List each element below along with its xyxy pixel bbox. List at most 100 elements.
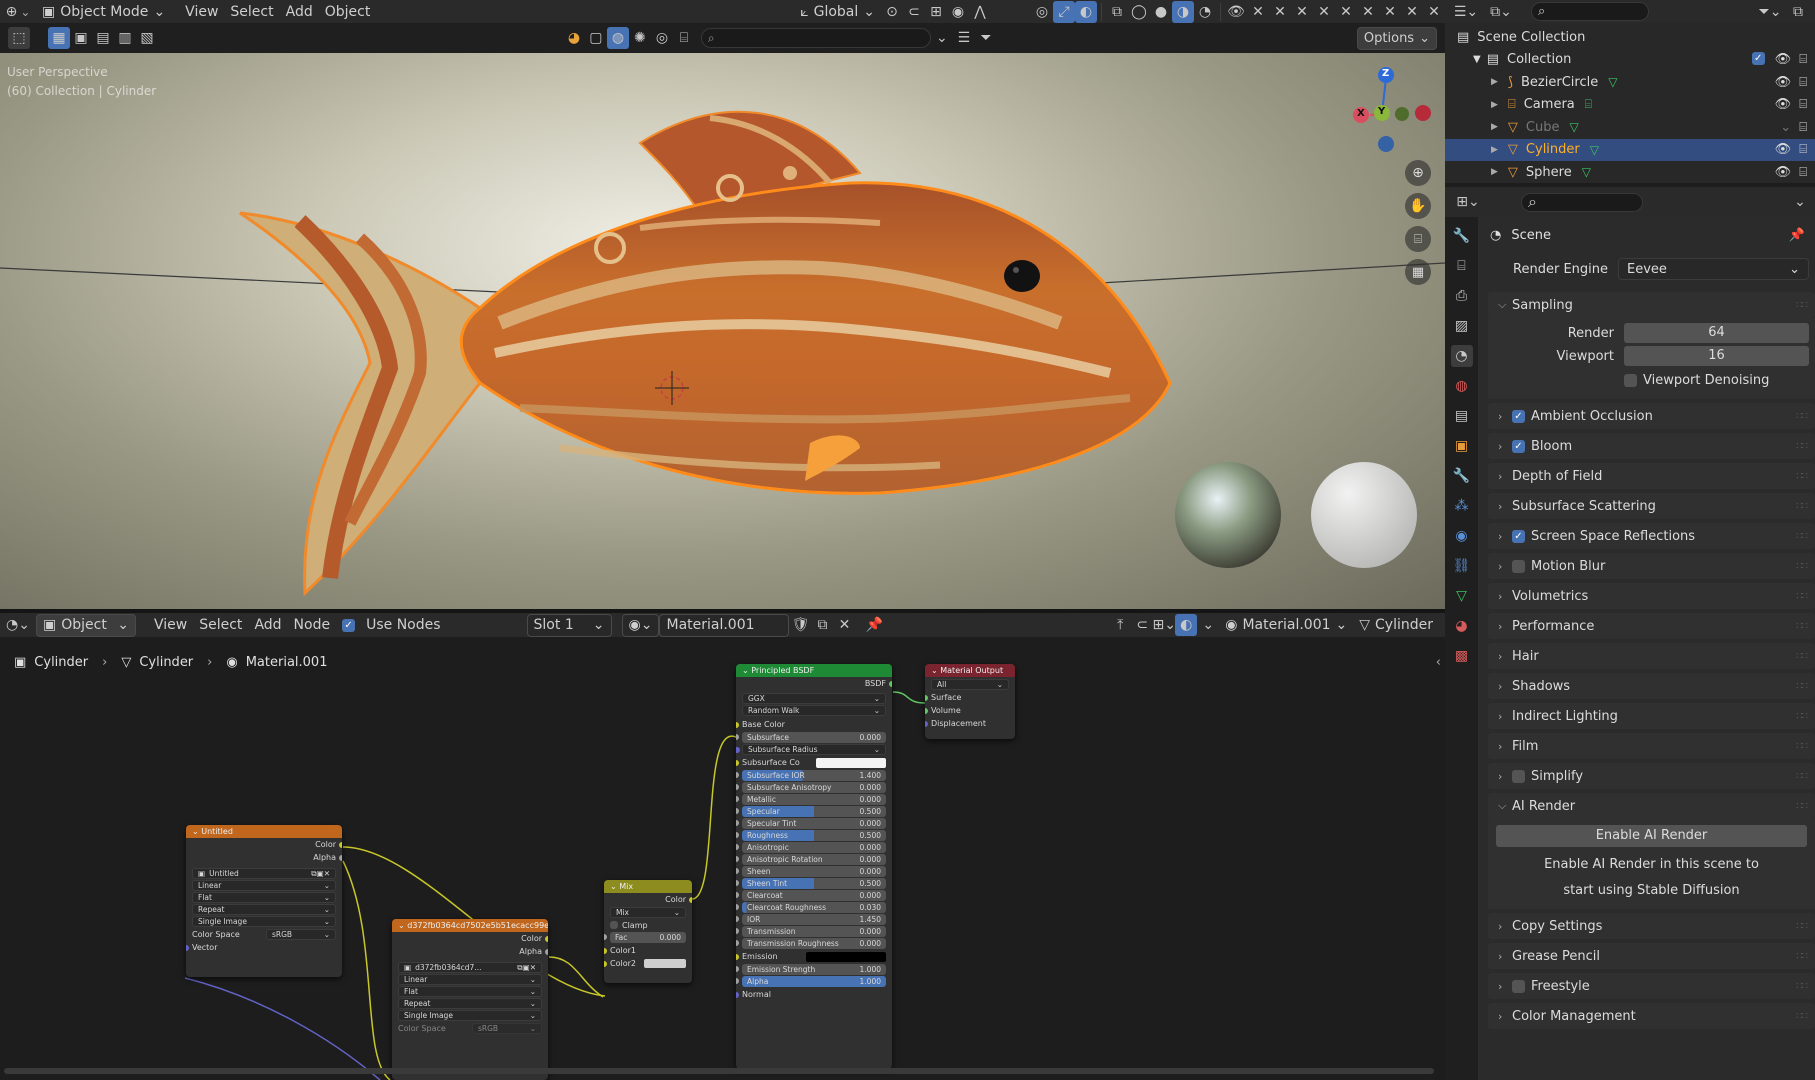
material-name-field[interactable]: Material.001 xyxy=(659,613,790,637)
restrict-icon[interactable]: ✕ xyxy=(1313,1,1335,23)
drag-handle-icon[interactable]: ∷∷ xyxy=(1796,981,1808,992)
world-tab-icon[interactable]: ◍ xyxy=(1451,375,1473,397)
world-icon[interactable]: ◎ xyxy=(651,27,673,49)
output-tab-icon[interactable]: ⎙ xyxy=(1451,285,1473,307)
bsdf-value-field[interactable]: Sheen Tint 0.500 xyxy=(736,878,886,889)
bsdf-value-field[interactable]: Subsurface IOR 1.400 xyxy=(736,770,886,781)
drag-handle-icon[interactable]: ∷∷ xyxy=(1796,1011,1808,1022)
camera-icon[interactable]: ⌸ xyxy=(1799,120,1807,135)
bsdf-value-field[interactable]: Anisotropic Rotation 0.000 xyxy=(736,854,886,865)
panel-collapsed[interactable]: › Subsurface Scattering ∷∷ xyxy=(1488,493,1815,519)
socket-icon[interactable] xyxy=(925,695,928,701)
node-editor-scrollbar[interactable] xyxy=(4,1068,1434,1074)
drag-handle-icon[interactable]: ∷∷ xyxy=(1796,471,1808,482)
checkbox-icon[interactable]: ✓ xyxy=(1512,409,1525,423)
socket-icon[interactable] xyxy=(925,708,928,714)
filter-icon[interactable]: ⏷⌄ xyxy=(1759,1,1782,23)
snap-icon[interactable]: ⊂ xyxy=(1131,614,1153,636)
socket-icon[interactable] xyxy=(736,808,739,814)
panel-collapsed[interactable]: › ✓ Screen Space Reflections ∷∷ xyxy=(1488,523,1815,549)
render-samples-field[interactable]: 64 xyxy=(1624,323,1809,343)
menu-add[interactable]: Add xyxy=(280,0,319,23)
alpha-field[interactable]: Alpha 1.000 xyxy=(736,976,886,987)
zoom-button[interactable]: ⊕ xyxy=(1405,160,1431,186)
extension-dropdown[interactable]: Repeat ⌄ xyxy=(192,904,336,915)
drag-handle-icon[interactable]: ∷∷ xyxy=(1796,951,1808,962)
bsdf-value-field[interactable]: Clearcoat Roughness 0.030 xyxy=(736,902,886,913)
panel-collapsed[interactable]: › Volumetrics ∷∷ xyxy=(1488,583,1815,609)
overlay-icon[interactable]: ◐ xyxy=(1175,614,1198,636)
subsurface-method-dropdown[interactable]: Random Walk ⌄ xyxy=(742,705,886,716)
socket-icon[interactable] xyxy=(736,904,739,910)
clamp-checkbox[interactable]: Clamp xyxy=(604,919,692,931)
drag-handle-icon[interactable]: ∷∷ xyxy=(1796,591,1808,602)
expand-right-icon[interactable]: ▶ xyxy=(1491,122,1498,132)
menu-select[interactable]: Select xyxy=(224,0,279,23)
menu-view[interactable]: View xyxy=(179,0,224,23)
socket-icon[interactable] xyxy=(736,992,739,998)
bsdf-value-field[interactable]: Anisotropic 0.000 xyxy=(736,842,886,853)
drag-handle-icon[interactable]: ∷∷ xyxy=(1796,441,1808,452)
camera-icon[interactable]: ⌸ xyxy=(1799,75,1807,90)
menu-object[interactable]: Object xyxy=(319,0,377,23)
camera-icon[interactable]: ⌸ xyxy=(1799,165,1807,180)
data-tab-icon[interactable]: ▽ xyxy=(1451,585,1473,607)
drag-handle-icon[interactable]: ∷∷ xyxy=(1796,621,1808,632)
menu-add[interactable]: Add xyxy=(248,614,287,637)
outliner-item[interactable]: ▶ ▽ Cube ▽ ⌄ ⌸ xyxy=(1445,116,1815,139)
projection-dropdown[interactable]: Flat ⌄ xyxy=(398,986,542,997)
camera-icon[interactable]: ⌸ xyxy=(1799,142,1807,157)
proportional-edit-icon[interactable]: ◉ xyxy=(947,1,969,23)
overlay-icon[interactable]: ◐ xyxy=(1075,0,1097,23)
socket-icon[interactable] xyxy=(925,721,928,727)
socket-icon[interactable] xyxy=(545,936,548,942)
restrict-icon[interactable]: ✕ xyxy=(1291,1,1313,23)
bsdf-vector-field[interactable]: Subsurface Radius ⌄ xyxy=(736,744,886,755)
image-selector[interactable]: ▣ Untitled ⧉▣✕ xyxy=(192,868,336,879)
socket-icon[interactable] xyxy=(889,681,892,687)
eye-icon[interactable]: 👁 xyxy=(1775,142,1792,157)
restrict-icon[interactable]: ✕ xyxy=(1379,1,1401,23)
socket-icon[interactable] xyxy=(736,734,739,740)
render-tab-icon[interactable]: ⌸ xyxy=(1451,255,1473,277)
menu-select[interactable]: Select xyxy=(193,614,248,637)
editor-type-icon[interactable]: ⊕ xyxy=(0,1,36,23)
expand-right-icon[interactable]: ▶ xyxy=(1491,167,1498,177)
light-icon[interactable]: ✺ xyxy=(629,27,651,49)
panel-collapsed[interactable]: › Performance ∷∷ xyxy=(1488,613,1815,639)
constraints-tab-icon[interactable]: ⛓ xyxy=(1451,555,1473,577)
panel-collapsed[interactable]: › Motion Blur ∷∷ xyxy=(1488,553,1815,579)
checkbox-icon[interactable] xyxy=(1512,979,1525,993)
color-swatch[interactable] xyxy=(816,757,886,768)
drag-handle-icon[interactable]: ∷∷ xyxy=(1796,561,1808,572)
pin-icon[interactable]: 📌 xyxy=(863,614,885,636)
blend-mode-dropdown[interactable]: Mix ⌄ xyxy=(610,907,686,918)
panel-collapsed[interactable]: › Depth of Field ∷∷ xyxy=(1488,463,1815,489)
wireframe-shading-icon[interactable]: ◯ xyxy=(1128,1,1150,23)
filter-list-icon[interactable]: ☰ xyxy=(953,27,975,49)
socket-icon[interactable] xyxy=(736,966,739,972)
drag-handle-icon[interactable]: ∷∷ xyxy=(1796,741,1808,752)
pivot-icon[interactable]: ⊙ xyxy=(881,1,903,23)
snap-element-icon[interactable]: ⊞⌄ xyxy=(1153,614,1176,636)
gizmo-toggle-icon[interactable]: ⤢ xyxy=(1053,0,1075,23)
bsdf-value-field[interactable]: Subsurface 0.000 xyxy=(736,732,886,743)
ortho-toggle-button[interactable]: ▦ xyxy=(1405,259,1431,285)
panel-collapsed[interactable]: › Grease Pencil ∷∷ xyxy=(1488,943,1815,969)
socket-icon[interactable] xyxy=(736,820,739,826)
panel-collapsed[interactable]: › Shadows ∷∷ xyxy=(1488,673,1815,699)
eye-icon[interactable]: 👁 xyxy=(1775,52,1792,67)
chevron-down-icon[interactable]: ⌄ xyxy=(931,27,953,49)
checkbox-icon[interactable]: ✓ xyxy=(1512,529,1525,543)
emission-strength-field[interactable]: Emission Strength 1.000 xyxy=(736,964,886,975)
outliner-item[interactable]: ▶ ▽ Sphere ▽ 👁 ⌸ xyxy=(1445,161,1815,184)
new-collection-icon[interactable]: ⧉ xyxy=(1787,1,1809,23)
color-space-dropdown[interactable]: sRGB ⌄ xyxy=(472,1023,542,1034)
panel-collapsed[interactable]: › ✓ Bloom ∷∷ xyxy=(1488,433,1815,459)
socket-icon[interactable] xyxy=(736,796,739,802)
use-nodes-checkbox[interactable]: ✓ Use Nodes xyxy=(336,614,446,637)
properties-search-input[interactable]: ⌕ xyxy=(1521,192,1643,212)
socket-icon[interactable] xyxy=(604,934,607,940)
select-intersect-icon[interactable]: ▧ xyxy=(136,27,158,49)
material-browse-button[interactable]: ◉⌄ xyxy=(621,613,660,637)
